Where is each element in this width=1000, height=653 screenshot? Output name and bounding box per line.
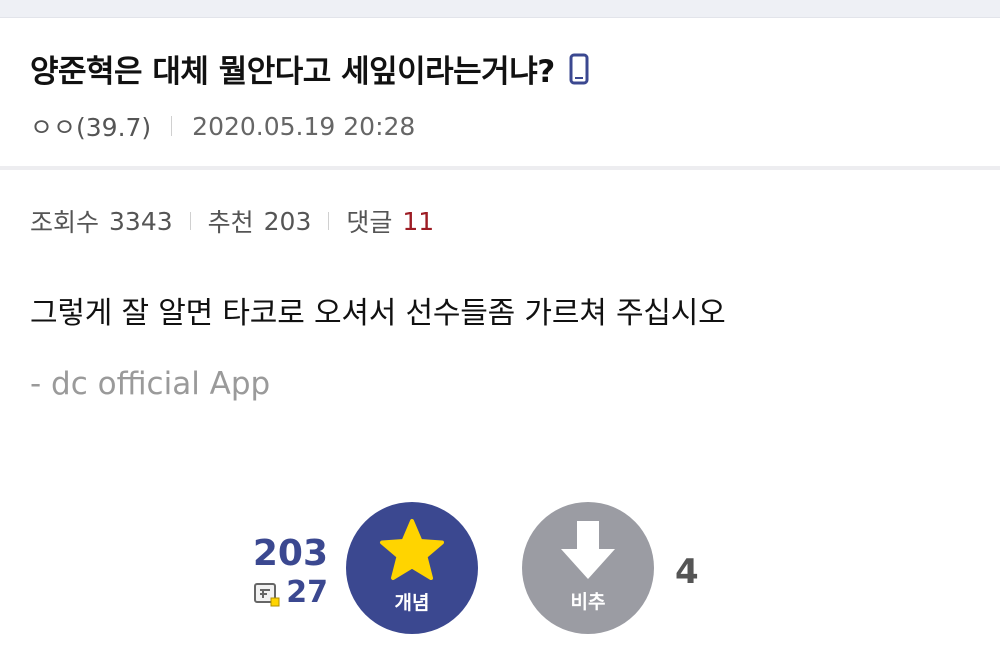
post-meta: ㅇㅇ(39.7) 2020.05.19 20:28 [30, 108, 415, 144]
comments-count[interactable]: 11 [402, 207, 434, 236]
recommend-count: 203 [263, 206, 312, 236]
top-bar [0, 0, 1000, 18]
mobile-phone-icon [569, 53, 589, 85]
post-header: 양준혁은 대체 뭘안다고 세잎이라는거냐? [30, 46, 589, 91]
downvote-label: 비추 [570, 590, 606, 613]
arrow-down-icon [561, 520, 615, 579]
post-body: 그렇게 잘 알면 타코로 오셔서 선수들좀 가르쳐 주십시오 [30, 296, 726, 331]
post-title: 양준혁은 대체 뭘안다고 세잎이라는거냐? [30, 54, 555, 90]
fixed-nick-icon [254, 580, 280, 607]
comments-label: 댓글 [346, 208, 393, 237]
writer-nickname[interactable]: ㅇㅇ(39.7) [30, 108, 151, 144]
upvote-label: 개념 [394, 591, 430, 614]
recommend-label: 추천 [207, 208, 254, 237]
upvote-button[interactable]: 개념 [346, 502, 478, 634]
downvote-button[interactable]: 비추 [522, 502, 654, 634]
fixed-upvote-row: 27 [240, 575, 328, 611]
divider [328, 212, 330, 230]
vote-area: 203 27 개념 비추 4 [0, 500, 1000, 653]
upvote-total: 203 [252, 533, 328, 574]
views-label: 조회수 [30, 208, 100, 237]
fixed-upvote-count: 27 [286, 575, 328, 610]
section-divider [0, 166, 1000, 170]
app-signature: - dc official App [30, 366, 271, 402]
views-count: 3343 [109, 206, 173, 236]
star-icon [380, 518, 444, 580]
post-date: 2020.05.19 20:28 [192, 111, 416, 141]
divider [189, 212, 191, 230]
post-stats: 조회수 3343 추천 203 댓글 11 [30, 203, 434, 239]
downvote-count: 4 [675, 552, 699, 592]
divider [171, 116, 173, 136]
upvote-counts: 203 27 [240, 533, 328, 611]
